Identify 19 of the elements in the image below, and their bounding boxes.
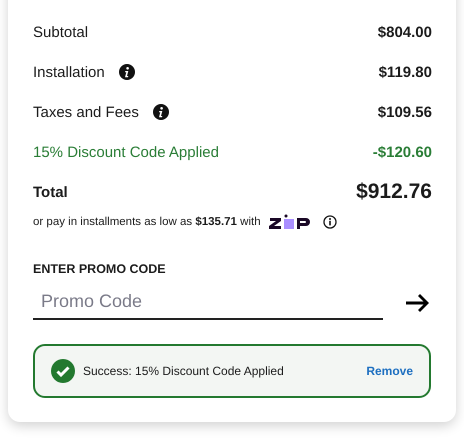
line-label: Taxes and Fees [33, 104, 139, 120]
discount-amount: -$120.60 [372, 144, 432, 160]
discount-label: 15% Discount Code Applied [33, 144, 219, 160]
submit-arrow-button[interactable] [406, 293, 432, 313]
info-icon[interactable] [322, 215, 337, 229]
remove-link[interactable]: Remove [366, 364, 413, 378]
info-icon[interactable] [118, 64, 135, 80]
line-amount: $109.56 [378, 104, 432, 120]
success-message: Success: 15% Discount Code Applied [83, 364, 285, 378]
line-label: Installation [33, 64, 105, 80]
line-amount: $119.80 [378, 64, 432, 80]
line-amount: $804.00 [378, 24, 432, 40]
promo-heading: ENTER PROMO CODE [33, 262, 167, 276]
checkmark-icon [51, 359, 75, 383]
info-icon[interactable] [152, 104, 169, 120]
line-label: Subtotal [33, 24, 88, 40]
total-label: Total [33, 184, 68, 200]
installments-text: or pay in installments as low as $135.71 with [33, 216, 261, 228]
total-amount: $912.76 [356, 180, 432, 204]
